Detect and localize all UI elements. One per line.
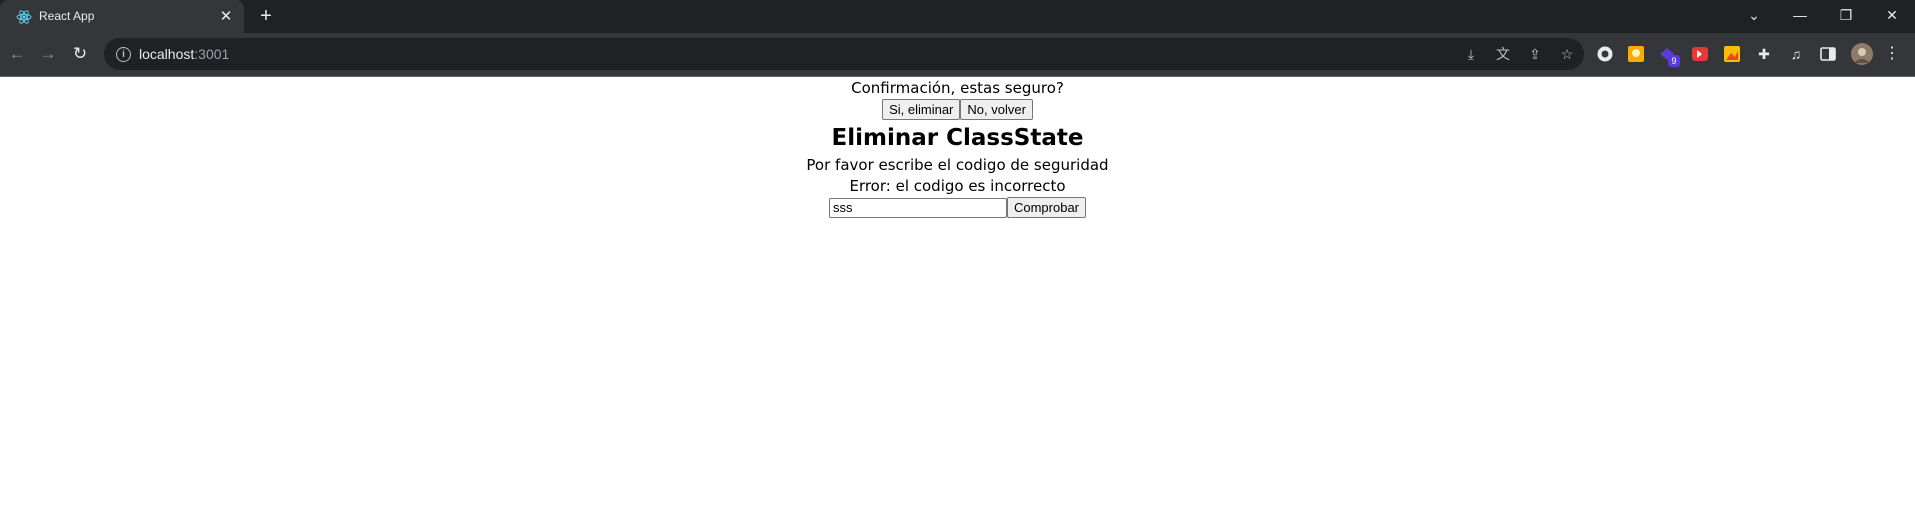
react-icon bbox=[16, 10, 32, 24]
security-code-input[interactable]: sss bbox=[828, 197, 1007, 218]
tab-title: React App bbox=[39, 9, 95, 23]
translate-icon[interactable]: 文 bbox=[1494, 45, 1512, 63]
browser-tab[interactable]: React App ✕ bbox=[0, 0, 244, 33]
url-text[interactable]: localhost:3001 bbox=[139, 46, 229, 62]
check-button[interactable]: Comprobar bbox=[1006, 197, 1087, 218]
forward-arrow-icon[interactable]: → bbox=[37, 43, 59, 65]
share-icon[interactable]: ⇪ bbox=[1526, 45, 1544, 63]
avatar[interactable] bbox=[1851, 43, 1873, 65]
kebab-menu-icon[interactable]: ⋮ bbox=[1883, 45, 1901, 63]
close-icon[interactable]: ✕ bbox=[217, 8, 235, 26]
side-panel-icon[interactable] bbox=[1819, 45, 1837, 63]
browser-toolbar: ← → ↻ i localhost:3001 ⤓ 文 ⇪ ☆ 9 ✚ ♫ ⋮ bbox=[0, 33, 1915, 77]
media-icon[interactable]: ♫ bbox=[1787, 45, 1805, 63]
info-icon[interactable]: i bbox=[116, 47, 131, 62]
page-content: Confirmación, estas seguro? Si, eliminar… bbox=[0, 77, 1915, 218]
plus-icon[interactable]: + bbox=[256, 6, 276, 26]
address-bar[interactable]: i localhost:3001 ⤓ 文 ⇪ ☆ bbox=[104, 38, 1584, 70]
tab-search-icon[interactable]: ⌄ bbox=[1731, 0, 1777, 33]
minimize-icon[interactable]: — bbox=[1777, 0, 1823, 33]
puzzle-icon[interactable]: ✚ bbox=[1755, 45, 1773, 63]
extension-circle-icon[interactable] bbox=[1596, 45, 1614, 63]
confirm-yes-button[interactable]: Si, eliminar bbox=[882, 99, 961, 120]
reload-icon[interactable]: ↻ bbox=[69, 43, 91, 65]
window-close-icon[interactable]: ✕ bbox=[1869, 0, 1915, 33]
instruction-text: Por favor escribe el codigo de seguridad bbox=[806, 156, 1109, 174]
back-arrow-icon[interactable]: ← bbox=[6, 43, 28, 65]
extension-badge: 9 bbox=[1668, 55, 1680, 67]
code-form: sss Comprobar bbox=[0, 197, 1915, 218]
confirm-text: Confirmación, estas seguro? bbox=[851, 79, 1064, 97]
extension-red-icon[interactable] bbox=[1691, 45, 1709, 63]
install-icon[interactable]: ⤓ bbox=[1462, 45, 1480, 63]
confirm-no-button[interactable]: No, volver bbox=[960, 99, 1033, 120]
restore-icon[interactable]: ❐ bbox=[1823, 0, 1869, 33]
tab-strip: React App ✕ + ⌄ — ❐ ✕ bbox=[0, 0, 1915, 33]
page-title: Eliminar ClassState bbox=[831, 125, 1084, 151]
star-icon[interactable]: ☆ bbox=[1558, 45, 1576, 63]
extension-image-icon[interactable] bbox=[1723, 45, 1741, 63]
extension-bulb-icon[interactable] bbox=[1627, 45, 1645, 63]
confirm-actions: Si, eliminar No, volver bbox=[0, 99, 1915, 120]
error-text: Error: el codigo es incorrecto bbox=[849, 177, 1066, 195]
